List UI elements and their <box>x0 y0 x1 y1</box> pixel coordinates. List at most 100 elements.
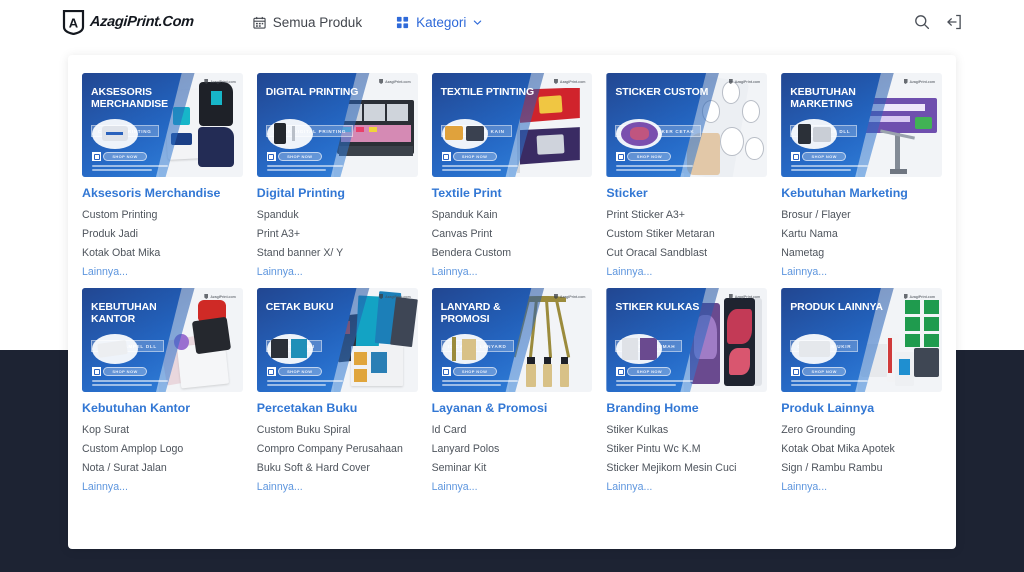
category-more-link[interactable]: Lainnya... <box>82 479 243 495</box>
category-title[interactable]: Sticker <box>606 186 767 201</box>
category-title[interactable]: Layanan & Promosi <box>432 401 593 416</box>
category-banner-image[interactable]: DIGITAL PRINTING CETAK DIGITAL PRINTING … <box>257 73 418 177</box>
banner-shop-now-button[interactable]: SHOP NOW <box>442 367 497 376</box>
category-banner-image[interactable]: AKSESORIS MERCHANDISE CUSTOM PRINTING SH… <box>82 73 243 177</box>
category-subitem[interactable]: Buku Soft & Hard Cover <box>257 460 418 476</box>
shop-now-label: SHOP NOW <box>278 367 322 376</box>
category-subitem[interactable]: Bendera Custom <box>432 245 593 261</box>
banner-footnote <box>616 165 709 173</box>
shield-logo-icon <box>554 294 558 299</box>
category-subitem[interactable]: Seminar Kit <box>432 460 593 476</box>
category-more-link[interactable]: Lainnya... <box>432 264 593 280</box>
category-more-link[interactable]: Lainnya... <box>257 479 418 495</box>
category-subitem[interactable]: Brosur / Flayer <box>781 207 942 223</box>
grid-icon <box>396 16 409 29</box>
banner-thumbnail <box>442 119 488 149</box>
category-banner-image[interactable]: LANYARD & PROMOSI ID CARD & LANYARD SHOP… <box>432 288 593 392</box>
category-subitem[interactable]: Id Card <box>432 422 593 438</box>
category-subitem[interactable]: Kartu Nama <box>781 226 942 242</box>
category-subitem[interactable]: Zero Grounding <box>781 422 942 438</box>
category-subitem[interactable]: Sticker Mejikom Mesin Cuci <box>606 460 767 476</box>
category-subitem[interactable]: Spanduk Kain <box>432 207 593 223</box>
category-subitem[interactable]: Print Sticker A3+ <box>606 207 767 223</box>
category-title[interactable]: Textile Print <box>432 186 593 201</box>
category-subitem[interactable]: Stand banner X/ Y <box>257 245 418 261</box>
login-icon[interactable] <box>946 14 962 30</box>
category-title[interactable]: Percetakan Buku <box>257 401 418 416</box>
category-more-link[interactable]: Lainnya... <box>82 264 243 280</box>
banner-shop-now-button[interactable]: SHOP NOW <box>616 367 671 376</box>
category-subitem[interactable]: Lanyard Polos <box>432 441 593 457</box>
category-card: PRODUK LAINNYA CUSTOM DAN UKIR SHOP NOW … <box>781 288 942 495</box>
category-subitem[interactable]: Cut Oracal Sandblast <box>606 245 767 261</box>
category-more-link[interactable]: Lainnya... <box>257 264 418 280</box>
category-panel: AKSESORIS MERCHANDISE CUSTOM PRINTING SH… <box>68 55 956 549</box>
banner-shop-now-button[interactable]: SHOP NOW <box>791 152 846 161</box>
category-banner-image[interactable]: KEBUTUHAN MARKETING BOSUR FLYER DLL SHOP… <box>781 73 942 177</box>
banner-brand-watermark: AzagiPrint.com <box>729 79 760 84</box>
category-subitem[interactable]: Custom Amplop Logo <box>82 441 243 457</box>
category-title[interactable]: Kebutuhan Marketing <box>781 186 942 201</box>
category-subitem[interactable]: Sign / Rambu Rambu <box>781 460 942 476</box>
category-banner-image[interactable]: PRODUK LAINNYA CUSTOM DAN UKIR SHOP NOW … <box>781 288 942 392</box>
banner-shop-now-button[interactable]: SHOP NOW <box>791 367 846 376</box>
category-banner-image[interactable]: CETAK BUKU CUSTOM BUKU SHOP NOW AzagiPri… <box>257 288 418 392</box>
banner-brand-watermark: AzagiPrint.com <box>554 294 585 299</box>
banner-shop-now-button[interactable]: SHOP NOW <box>442 152 497 161</box>
category-subitem[interactable]: Custom Buku Spiral <box>257 422 418 438</box>
banner-thumbnail <box>616 334 662 364</box>
category-subitem[interactable]: Stiker Pintu Wc K.M <box>606 441 767 457</box>
nav-item-kategori[interactable]: Kategori <box>396 15 482 30</box>
shield-logo-icon <box>729 79 733 84</box>
category-card: STIKER KULKAS BRANDING RUMAH SHOP NOW Az… <box>606 288 767 495</box>
category-banner-image[interactable]: KEBUTUHAN KANTOR NOTA, STAMPEL DLL SHOP … <box>82 288 243 392</box>
category-more-link[interactable]: Lainnya... <box>781 264 942 280</box>
banner-title: CETAK BUKU <box>266 301 362 313</box>
category-more-link[interactable]: Lainnya... <box>606 264 767 280</box>
category-title[interactable]: Produk Lainnya <box>781 401 942 416</box>
category-subitem[interactable]: Stiker Kulkas <box>606 422 767 438</box>
category-subitem[interactable]: Custom Stiker Metaran <box>606 226 767 242</box>
banner-shop-now-button[interactable]: SHOP NOW <box>267 367 322 376</box>
category-title[interactable]: Branding Home <box>606 401 767 416</box>
category-banner-image[interactable]: STIKER KULKAS BRANDING RUMAH SHOP NOW Az… <box>606 288 767 392</box>
banner-footnote <box>267 380 360 388</box>
brand-logo[interactable]: A AzagiPrint.Com <box>62 10 194 35</box>
category-more-link[interactable]: Lainnya... <box>781 479 942 495</box>
shield-logo-icon: A <box>62 10 85 35</box>
category-subitem[interactable]: Kotak Obat Mika <box>82 245 243 261</box>
banner-thumbnail <box>92 334 138 364</box>
category-subitem[interactable]: Print A3+ <box>257 226 418 242</box>
category-subitem[interactable]: Kotak Obat Mika Apotek <box>781 441 942 457</box>
category-subitem[interactable]: Spanduk <box>257 207 418 223</box>
category-subitem-list: Custom Buku Spiral Compro Company Perusah… <box>257 422 418 495</box>
shop-now-label: SHOP NOW <box>802 367 846 376</box>
nav-item-semua-produk[interactable]: Semua Produk <box>253 15 362 30</box>
category-subitem[interactable]: Kop Surat <box>82 422 243 438</box>
category-subitem[interactable]: Custom Printing <box>82 207 243 223</box>
banner-brand-name: AzagiPrint.com <box>735 80 760 84</box>
banner-brand-name: AzagiPrint.com <box>560 80 585 84</box>
category-subitem[interactable]: Nametag <box>781 245 942 261</box>
search-icon[interactable] <box>914 14 930 30</box>
category-subitem[interactable]: Canvas Print <box>432 226 593 242</box>
banner-shop-now-button[interactable]: SHOP NOW <box>92 152 147 161</box>
category-title[interactable]: Aksesoris Merchandise <box>82 186 243 201</box>
banner-shop-now-button[interactable]: SHOP NOW <box>616 152 671 161</box>
category-title[interactable]: Kebutuhan Kantor <box>82 401 243 416</box>
shield-logo-icon <box>379 294 383 299</box>
category-subitem[interactable]: Nota / Surat Jalan <box>82 460 243 476</box>
chevron-down-icon <box>473 18 482 27</box>
category-more-link[interactable]: Lainnya... <box>432 479 593 495</box>
category-banner-image[interactable]: STICKER CUSTOM CUSTOM STICKER CETAK SHOP… <box>606 73 767 177</box>
shield-logo-icon <box>554 79 558 84</box>
category-title[interactable]: Digital Printing <box>257 186 418 201</box>
shield-logo-icon <box>729 294 733 299</box>
category-banner-image[interactable]: TEXTILE PTINTING CETAK BAHAN KAIN SHOP N… <box>432 73 593 177</box>
category-subitem[interactable]: Compro Company Perusahaan <box>257 441 418 457</box>
banner-shop-now-button[interactable]: SHOP NOW <box>92 367 147 376</box>
category-subitem[interactable]: Produk Jadi <box>82 226 243 242</box>
nav-item-label: Semua Produk <box>273 15 362 30</box>
banner-shop-now-button[interactable]: SHOP NOW <box>267 152 322 161</box>
category-more-link[interactable]: Lainnya... <box>606 479 767 495</box>
